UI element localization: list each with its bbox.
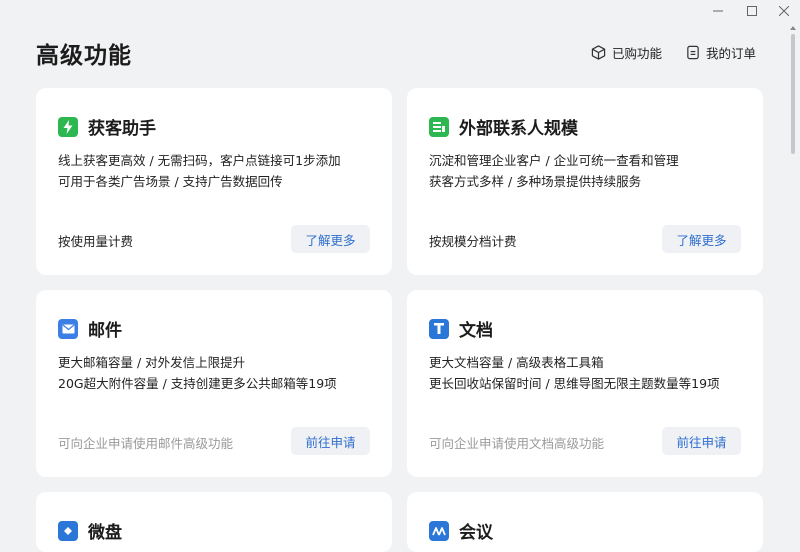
page-title: 高级功能 [36, 43, 132, 69]
description-line: 20G超大附件容量 / 支持创建更多公共邮箱等19项 [58, 376, 337, 391]
feature-card-external-contacts: 外部联系人规模 沉淀和管理企业客户 / 企业可统一查看和管理 获客方式多样 / … [407, 88, 763, 275]
scroll-thumb[interactable] [791, 34, 795, 154]
apply-button[interactable]: 前往申请 [291, 427, 370, 455]
learn-more-button[interactable]: 了解更多 [662, 225, 741, 253]
document-icon [429, 318, 449, 339]
card-title: 邮件 [88, 321, 122, 341]
mail-icon [58, 318, 78, 339]
description-line: 更长回收站保留时间 / 思维导图无限主题数量等19项 [429, 376, 720, 391]
drive-icon [58, 520, 78, 541]
card-description: 更大邮箱容量 / 对外发信上限提升 20G超大附件容量 / 支持创建更多公共邮箱… [58, 352, 337, 394]
feature-card-documents: 文档 更大文档容量 / 高级表格工具箱 更长回收站保留时间 / 思维导图无限主题… [407, 290, 763, 477]
minimize-icon[interactable] [708, 3, 728, 19]
card-title: 文档 [459, 321, 493, 341]
title-bar [0, 0, 800, 22]
meeting-icon [429, 520, 449, 541]
feature-card-customer-acquisition: 获客助手 线上获客更高效 / 无需扫码，客户点链接可1步添加 可用于各类广告场景… [36, 88, 392, 275]
apply-button[interactable]: 前往申请 [662, 427, 741, 455]
card-description: 沉淀和管理企业客户 / 企业可统一查看和管理 获客方式多样 / 多种场景提供持续… [429, 150, 679, 192]
description-line: 获客方式多样 / 多种场景提供持续服务 [429, 174, 642, 189]
pricing-text: 按规模分档计费 [429, 234, 517, 249]
card-description: 更大文档容量 / 高级表格工具箱 更长回收站保留时间 / 思维导图无限主题数量等… [429, 352, 720, 394]
description-line: 线上获客更高效 / 无需扫码，客户点链接可1步添加 [58, 153, 341, 168]
close-icon[interactable] [774, 3, 794, 19]
card-description: 线上获客更高效 / 无需扫码，客户点链接可1步添加 可用于各类广告场景 / 支持… [58, 150, 341, 192]
order-icon [687, 45, 699, 60]
description-line: 更大邮箱容量 / 对外发信上限提升 [58, 355, 246, 370]
my-orders-label: 我的订单 [706, 46, 757, 61]
my-orders-link[interactable]: 我的订单 [686, 43, 756, 62]
pricing-text: 可向企业申请使用文档高级功能 [429, 436, 605, 451]
card-title: 会议 [459, 523, 493, 543]
pricing-text: 按使用量计费 [58, 234, 134, 249]
contacts-scale-icon [429, 116, 449, 137]
purchased-features-link[interactable]: 已购功能 [591, 43, 662, 62]
card-title: 获客助手 [88, 119, 156, 139]
learn-more-button[interactable]: 了解更多 [291, 225, 370, 253]
feature-card-meeting: 会议 [407, 492, 763, 552]
pricing-text: 可向企业申请使用邮件高级功能 [58, 436, 234, 451]
scrollbar[interactable] [788, 22, 798, 526]
scroll-up-arrow-icon[interactable] [790, 26, 796, 30]
feature-card-mail: 邮件 更大邮箱容量 / 对外发信上限提升 20G超大附件容量 / 支持创建更多公… [36, 290, 392, 477]
card-title: 微盘 [88, 523, 122, 543]
feature-card-drive: 微盘 [36, 492, 392, 552]
purchased-features-label: 已购功能 [612, 46, 663, 61]
maximize-icon[interactable] [742, 3, 762, 19]
description-line: 更大文档容量 / 高级表格工具箱 [429, 355, 604, 370]
box-icon [591, 45, 606, 60]
description-line: 沉淀和管理企业客户 / 企业可统一查看和管理 [429, 153, 679, 168]
description-line: 可用于各类广告场景 / 支持广告数据回传 [58, 174, 283, 189]
card-title: 外部联系人规模 [459, 119, 578, 139]
lightning-icon [58, 116, 78, 137]
